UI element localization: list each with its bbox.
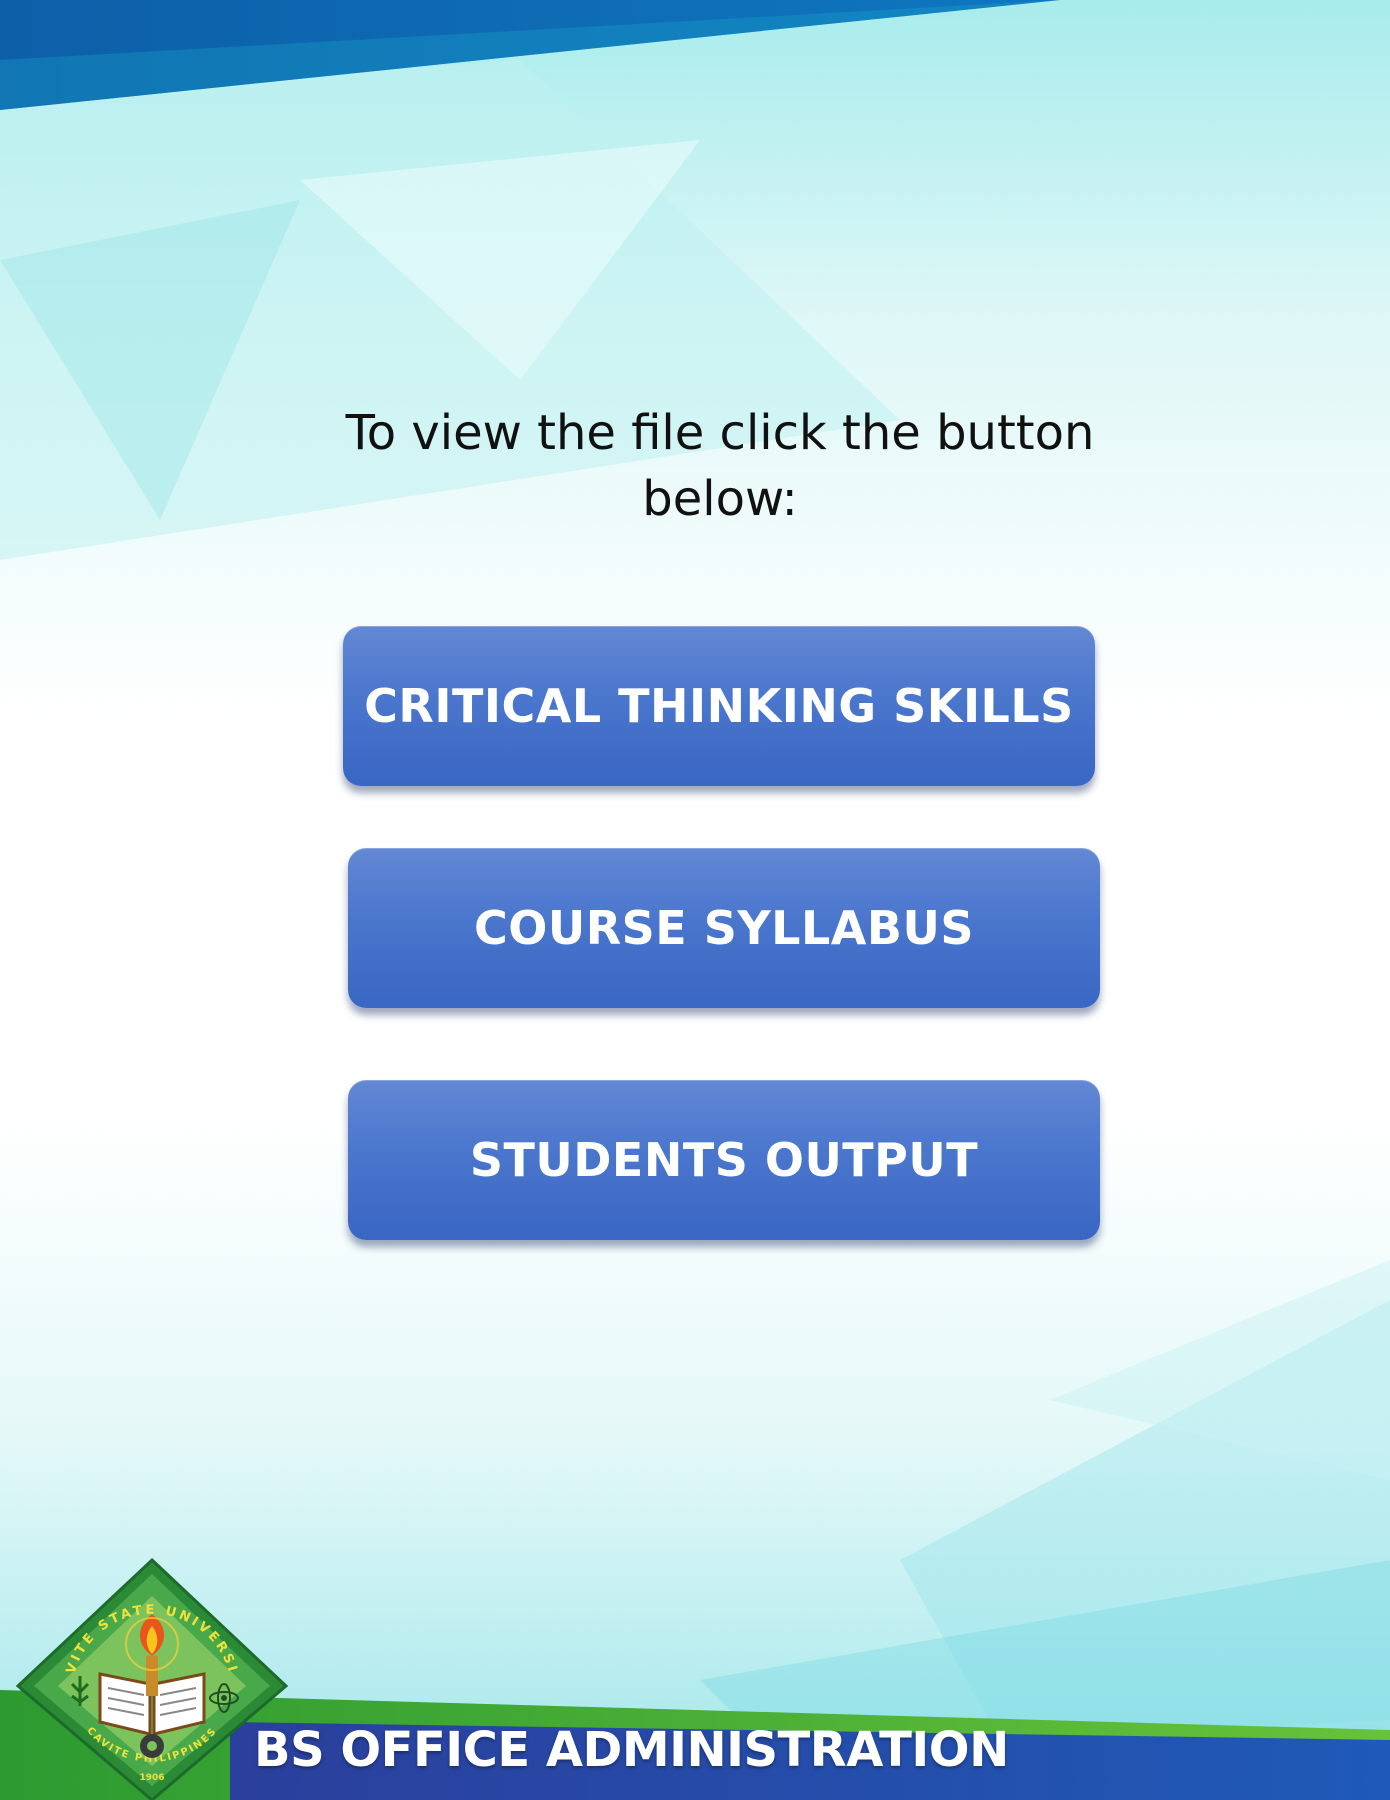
students-output-button[interactable]: STUDENTS OUTPUT — [348, 1080, 1100, 1240]
critical-thinking-skills-button[interactable]: CRITICAL THINKING SKILLS — [343, 626, 1095, 786]
program-title: BS OFFICE ADMINISTRATION — [254, 1722, 1009, 1778]
course-syllabus-button[interactable]: COURSE SYLLABUS — [348, 848, 1100, 1008]
university-seal-icon: CAVITE STATE UNIVERSITY CAVITE PHILIPPIN… — [14, 1556, 289, 1800]
seal-year: 1906 — [139, 1773, 164, 1783]
instruction-text: To view the file click the button below: — [0, 400, 1390, 532]
instruction-line-1: To view the file click the button — [345, 405, 1095, 461]
instruction-line-2: below: — [642, 471, 798, 527]
